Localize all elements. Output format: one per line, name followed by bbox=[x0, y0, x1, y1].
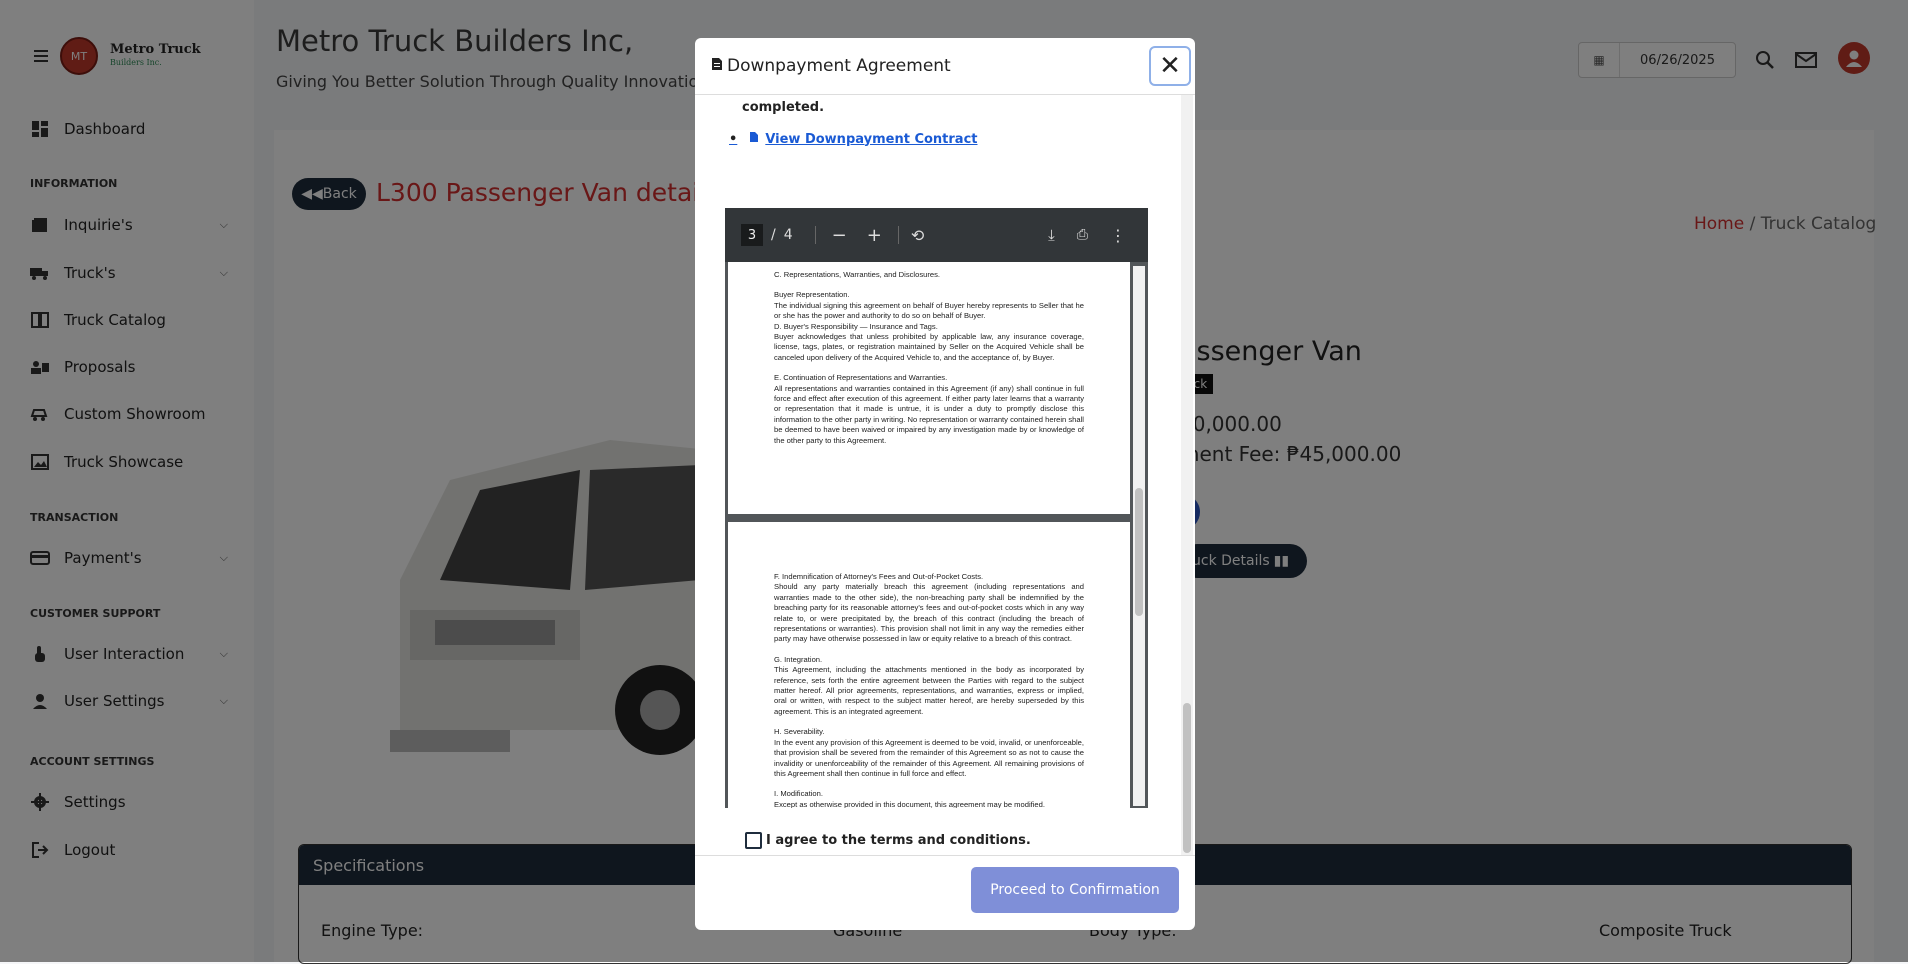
pdf-scrollbar-thumb[interactable] bbox=[1135, 488, 1143, 616]
modal-scrollbar-thumb[interactable] bbox=[1183, 703, 1191, 853]
pdf-paragraph: E. Continuation of Representations and W… bbox=[774, 373, 1084, 445]
more-options-icon[interactable]: ⋮ bbox=[1110, 226, 1126, 245]
pdf-paragraph: Buyer Representation. The individual sig… bbox=[774, 290, 1084, 362]
pdf-toolbar: 3 / 4 − + ⟲ ⤓ ⎙ ⋮ bbox=[725, 208, 1148, 262]
zoom-in-icon[interactable]: + bbox=[867, 225, 882, 246]
agree-checkbox[interactable] bbox=[745, 832, 762, 849]
print-icon[interactable]: ⎙ bbox=[1077, 227, 1088, 243]
agree-checkbox-row[interactable]: I agree to the terms and conditions. bbox=[745, 832, 1031, 849]
modal-footer: Proceed to Confirmation bbox=[695, 855, 1195, 930]
proceed-to-confirmation-button[interactable]: Proceed to Confirmation bbox=[971, 867, 1179, 913]
pdf-paragraph: I. Modification. Except as otherwise pro… bbox=[774, 789, 1045, 808]
rotate-icon[interactable]: ⟲ bbox=[911, 226, 924, 245]
pdf-page-separator: / bbox=[771, 227, 776, 243]
agree-label: I agree to the terms and conditions. bbox=[766, 833, 1031, 848]
modal-header: Downpayment Agreement bbox=[695, 38, 1195, 95]
modal-title: Downpayment Agreement bbox=[711, 56, 951, 76]
file-pdf-icon bbox=[749, 131, 759, 147]
pdf-viewer[interactable]: 3 / 4 − + ⟲ ⤓ ⎙ ⋮ C. Representations, Wa… bbox=[725, 208, 1148, 808]
downpayment-agreement-modal: Downpayment Agreement ✕ completed. • Vie… bbox=[695, 38, 1195, 930]
close-button[interactable]: ✕ bbox=[1149, 46, 1191, 86]
close-icon: ✕ bbox=[1159, 51, 1181, 81]
modal-body: completed. • View Downpayment Contract 3… bbox=[695, 95, 1195, 855]
pdf-paragraph: G. Integration. This Agreement, includin… bbox=[774, 654, 1084, 716]
completed-text: completed. bbox=[742, 100, 825, 115]
pdf-paragraph: H. Severability. In the event any provis… bbox=[774, 727, 1084, 778]
download-icon[interactable]: ⤓ bbox=[1048, 226, 1055, 244]
zoom-out-icon[interactable]: − bbox=[832, 225, 847, 246]
file-pdf-icon bbox=[711, 56, 723, 76]
bullet: • bbox=[729, 131, 738, 147]
pdf-paragraph: C. Representations, Warranties, and Disc… bbox=[774, 270, 941, 279]
pdf-page-input[interactable]: 3 bbox=[741, 224, 763, 246]
pdf-total-pages: 4 bbox=[783, 227, 793, 243]
view-contract-link[interactable]: • View Downpayment Contract bbox=[729, 131, 978, 147]
pdf-page-3: C. Representations, Warranties, and Disc… bbox=[728, 262, 1130, 514]
pdf-page-4: F. Indemnification of Attorney's Fees an… bbox=[728, 522, 1130, 808]
pdf-paragraph: F. Indemnification of Attorney's Fees an… bbox=[774, 572, 1084, 644]
